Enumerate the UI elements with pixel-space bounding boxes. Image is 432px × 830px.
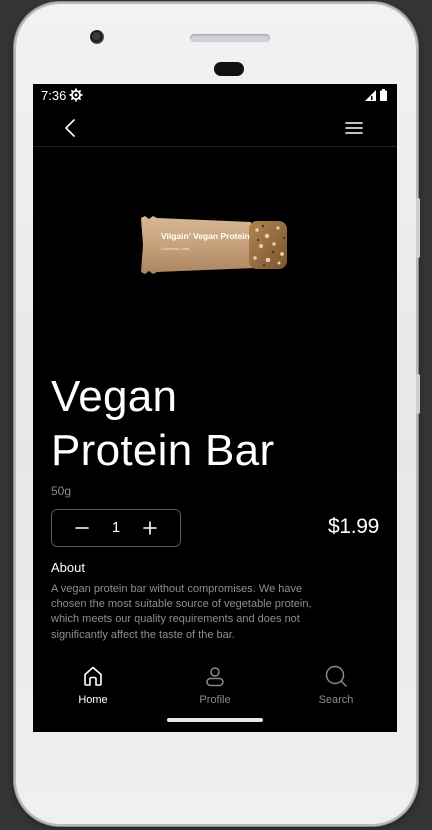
about-heading: About xyxy=(51,560,85,575)
product-title: Vegan Protein Bar xyxy=(51,370,381,478)
signal-icon xyxy=(365,89,376,101)
status-bar: 7:36 xyxy=(33,84,397,108)
status-icons xyxy=(365,89,387,101)
about-text: A vegan protein bar without compromises.… xyxy=(51,583,312,641)
earpiece xyxy=(214,62,244,76)
product-image: Vilgain’ Vegan Protein Cinnamon Latte xyxy=(141,216,287,274)
front-camera xyxy=(90,30,104,44)
nav-item-search[interactable]: Search xyxy=(296,664,376,706)
nav-label-home: Home xyxy=(78,694,108,706)
minus-icon[interactable] xyxy=(72,518,92,538)
svg-text:Vilgain’ Vegan Protein: Vilgain’ Vegan Protein xyxy=(161,231,250,241)
volume-button xyxy=(416,198,420,258)
hamburger-menu-icon[interactable] xyxy=(345,120,363,136)
nav-item-home[interactable]: Home xyxy=(53,664,133,706)
quantity-value: 1 xyxy=(111,519,121,536)
home-indicator[interactable] xyxy=(167,718,263,722)
nav-item-profile[interactable]: Profile xyxy=(175,664,255,706)
back-arrow-icon[interactable] xyxy=(61,118,81,138)
profile-icon xyxy=(206,667,224,687)
search-icon xyxy=(325,665,347,687)
settings-gear-icon xyxy=(69,88,83,102)
product-title-line-2: Protein Bar xyxy=(51,426,275,475)
quantity-stepper: 1 xyxy=(51,509,181,547)
product-price: $1.99 xyxy=(327,515,379,538)
nav-label-profile: Profile xyxy=(199,694,231,706)
nav-label-search: Search xyxy=(318,694,354,706)
status-time: 7:36 xyxy=(41,88,67,103)
app-screen: 7:36 Vilgain’ Vegan Protein Cinnamon Lat… xyxy=(33,84,397,732)
package-brand: Vilgain xyxy=(161,231,189,241)
package-flavor: Cinnamon Latte xyxy=(161,246,190,251)
home-icon xyxy=(84,666,102,686)
plus-icon[interactable] xyxy=(140,518,160,538)
battery-icon xyxy=(380,89,387,101)
app-bar xyxy=(33,108,397,147)
package-name: Vegan Protein xyxy=(193,231,250,241)
power-button xyxy=(416,374,420,414)
product-title-line-1: Vegan xyxy=(51,372,178,421)
product-weight: 50g xyxy=(51,484,72,498)
speaker-grill xyxy=(190,34,270,42)
